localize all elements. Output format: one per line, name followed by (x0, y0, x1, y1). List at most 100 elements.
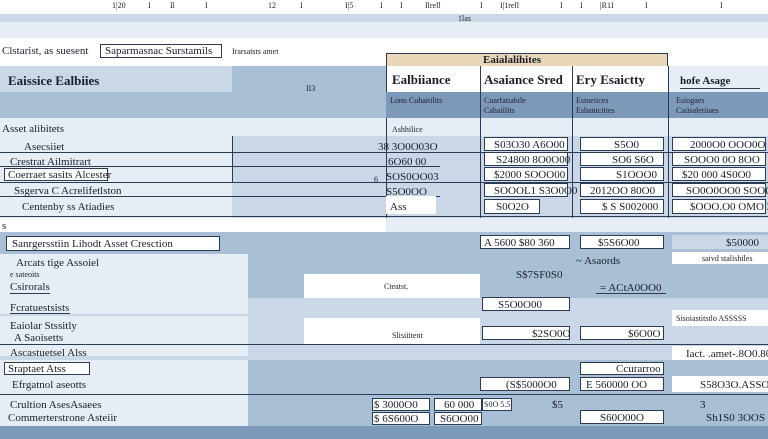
cell-v3: S1OOO0 (616, 169, 657, 181)
table-row-label: Coerraet sasits Alcester (8, 169, 112, 181)
ruler-strip-2 (0, 22, 768, 39)
section1-title-band (0, 118, 768, 136)
tab-liabilities[interactable]: Eaialalihites (386, 53, 668, 67)
cell-v2: (S$5000O0 (506, 379, 557, 391)
cell-v4: SOOO0 0O 8OO (684, 154, 760, 166)
subheader-c4b: Caiisaletiiaes (676, 106, 719, 115)
cell-v1b: 60 000 (444, 399, 475, 411)
section1-subtitle: Ashhilice (392, 125, 423, 134)
row-mark: 6 (374, 175, 378, 184)
cell-v4: 2000O0 OOO0O (690, 139, 766, 151)
header-col-stred[interactable]: Asaiance Sred (484, 73, 563, 87)
cell-v3: $ S S002000 (602, 201, 659, 213)
tab-liabilities-label: Eaialalihites (483, 54, 542, 66)
row-line (0, 344, 768, 345)
ruler-label: I (400, 1, 403, 10)
ruler-label: I (580, 1, 583, 10)
subheader-c2a: Cuarfatiabile (484, 96, 526, 105)
ruler-label: I (380, 1, 383, 10)
section2-val-a[interactable]: S$7SF0S0 (516, 269, 562, 281)
table-row-label: Crestrat Ailmitrart (10, 156, 91, 168)
ruler-label: Il (170, 1, 175, 10)
cell-v4: $OOO.O0 OMO 3O (690, 201, 768, 213)
cell-v1[interactable]: 6O60 00 (388, 156, 426, 168)
cell-v4: $20 000 4S0O0 (682, 169, 752, 181)
table-row-label: Sraptaet Atss (8, 363, 66, 375)
cell-v1[interactable]: SOS0OO03 (386, 171, 439, 183)
cell-v1: $ 6S600O (374, 413, 419, 425)
ruler-sub-strip (0, 14, 768, 22)
cell-v3: $5 (552, 399, 563, 411)
cell-v2: $2000 SOOO00 (494, 169, 566, 181)
title-underline (10, 313, 70, 314)
section2-center-label: Cteatst. (384, 282, 409, 291)
cell-v3: 2012OO 80O0 (590, 185, 656, 197)
cell-v1[interactable]: Ass (390, 201, 407, 213)
ruler-label: I (205, 1, 208, 10)
section2-marker: s (2, 220, 7, 232)
section2-gap-white (0, 218, 386, 232)
cell-v3: Ccurarroo (616, 363, 661, 375)
cell-v1[interactable]: 38 3O0O03O (378, 141, 438, 153)
section2-note: Arcats tige Assoiel (16, 257, 100, 269)
footer-strip (0, 426, 768, 439)
ruler-label: I (148, 1, 151, 10)
row-line (0, 394, 768, 395)
header-col-esacity[interactable]: Ery Esaictty (576, 73, 645, 87)
ruler-label: I (560, 1, 563, 10)
ruler-label: 1|20 (112, 1, 126, 10)
cell-v3: S60O00O (600, 412, 645, 424)
cell-v3: SO6 S6O (612, 154, 654, 166)
subheader-c1: Lonn Cuhaitilits (390, 96, 443, 105)
cell-v2: S24800 8O0O00 (496, 154, 571, 166)
table-row-sub: A Saoisetts (14, 332, 64, 344)
ruler-label: 12 (268, 1, 276, 10)
subheader-c4a: Esiogaes (676, 96, 705, 105)
summary-v2: A 5600 $80 360 (484, 237, 555, 249)
section2-sub-v4: saivd stalishiles (702, 254, 753, 263)
section2-title: Sanrgersstiin Lihodt Asset Cresction (12, 238, 173, 250)
ruler-label: I|5 (345, 1, 354, 10)
ruler-label: I (645, 1, 648, 10)
cell-v2: SOOOL1 S3O0O0 (494, 185, 578, 197)
cell-v4: Sisoiastitstlo ASSSSS (676, 314, 747, 323)
table-row-label: Crultion AsesAsaees (10, 399, 102, 411)
subheader-c3a: Esmeiices (576, 96, 609, 105)
section2-note: Csirorals (10, 281, 50, 293)
cell-v1b: S6OO00 (440, 413, 479, 425)
toolbar-input[interactable]: Saparmasnac Surstamils (100, 44, 222, 58)
table-row-label: Centenby ss Atiadies (22, 201, 115, 213)
table-row-label: Efrgatnol aseotts (12, 379, 87, 391)
table-row-label: Commerterstrone Asteiir (8, 412, 118, 424)
section3-v2: S5O0O00 (498, 299, 543, 311)
subheader-c3b: Eshanicities (576, 106, 615, 115)
table-row-label: Eaiolar Stssitly (10, 320, 77, 332)
subheader-c2b: Cahaiilits (484, 106, 515, 115)
ruler-label: I (720, 1, 723, 10)
ruler-label: Ilrell (425, 1, 441, 10)
ruler-label: I|1rell (500, 1, 519, 10)
header-underline (680, 88, 760, 89)
cell-v2: $2SO0O (532, 328, 571, 340)
section2-sub-v3: ~ Asaords (576, 255, 621, 267)
cell-v4: SO0O0OO0 SOOO (686, 185, 768, 197)
cell-v4: Sh1S0 3OOS (706, 412, 765, 424)
note-underline (10, 293, 50, 294)
table-row-label: Ascastuetsel Alss (10, 347, 87, 359)
table-row-label: Asecsiiet (24, 141, 65, 153)
header-col-balance[interactable]: Ealbiiance (392, 73, 451, 87)
subheader-left (0, 92, 386, 118)
header-col-hofe[interactable]: hofe Asage (680, 75, 730, 87)
ruler-label: I (300, 1, 303, 10)
toolbar-label: Clstarist, as suesent (2, 45, 89, 57)
section3-v1: Slisiiitent (392, 331, 423, 340)
section1-title: Asset alibitets (2, 123, 65, 135)
cell-v4: S58O3O.ASSO0 (700, 379, 768, 391)
cell-v2: S0O2O (496, 201, 530, 213)
toolbar-input-value: Saparmasnac Surstamils (105, 45, 213, 57)
cell-v2: S03O30 A6O00 (494, 139, 565, 151)
row-line (0, 216, 768, 217)
toolbar-extra: Irarsatsts amet (232, 47, 279, 56)
cell-v1: $ 3000O0 (374, 399, 418, 411)
cell-v3: E 560000 OO (586, 379, 648, 391)
